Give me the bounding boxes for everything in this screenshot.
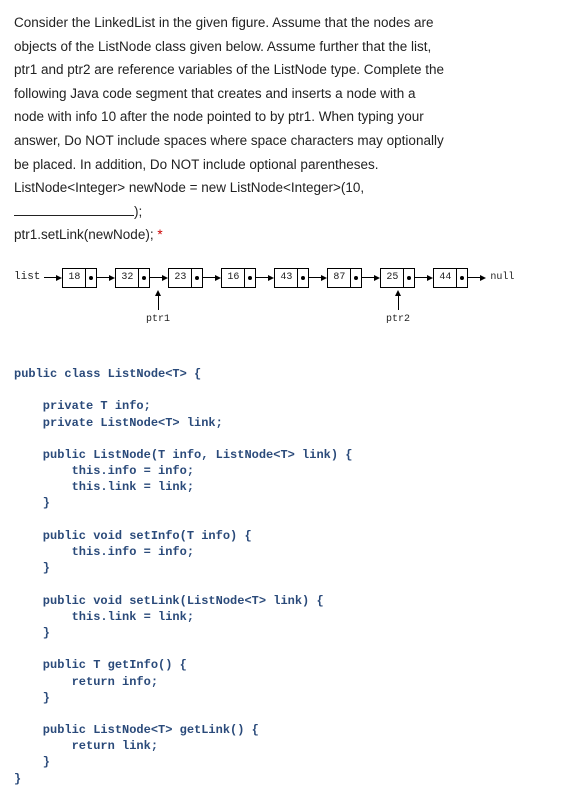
pointer-dot-icon: [139, 269, 149, 287]
pointer-dot-icon: [245, 269, 255, 287]
ptr2-pointer: ptr2: [386, 290, 410, 328]
pointer-dot-icon: [192, 269, 202, 287]
arrow-icon: [203, 275, 221, 281]
arrow-icon: [309, 275, 327, 281]
question-line: objects of the ListNode class given belo…: [14, 36, 564, 58]
blank-line: );: [14, 201, 564, 223]
question-line: node with info 10 after the node pointed…: [14, 106, 564, 128]
list-node: 87: [327, 268, 362, 288]
question-line: Consider the LinkedList in the given fig…: [14, 12, 564, 34]
ptr1-pointer: ptr1: [146, 290, 170, 328]
arrow-icon: [415, 275, 433, 281]
list-node: 32: [115, 268, 150, 288]
ptr1-label: ptr1: [146, 312, 170, 328]
question-last-line: ptr1.setLink(newNode); *: [14, 224, 564, 246]
arrow-icon: [150, 275, 168, 281]
pointer-dot-icon: [457, 269, 467, 287]
list-node: 16: [221, 268, 256, 288]
question-line: following Java code segment that creates…: [14, 83, 564, 105]
null-label: null: [490, 270, 514, 286]
diagram-row: list 18 32 23 16 43 87 25 44 null: [14, 268, 514, 288]
question-text: Consider the LinkedList in the given fig…: [14, 12, 564, 246]
question-line: answer, Do NOT include spaces where spac…: [14, 130, 564, 152]
listnode-class-code: public class ListNode<T> { private T inf…: [14, 366, 564, 787]
blank-suffix: );: [134, 204, 142, 219]
arrow-icon: [468, 275, 486, 281]
question-line: ListNode<Integer> newNode = new ListNode…: [14, 177, 564, 199]
list-node: 23: [168, 268, 203, 288]
arrow-icon: [97, 275, 115, 281]
arrow-icon: [362, 275, 380, 281]
pointer-dot-icon: [351, 269, 361, 287]
linked-list-diagram: list 18 32 23 16 43 87 25 44 null ptr1 p…: [14, 268, 564, 348]
list-node: 44: [433, 268, 468, 288]
pointer-dot-icon: [86, 269, 96, 287]
arrow-icon: [44, 275, 62, 281]
ptr2-label: ptr2: [386, 312, 410, 328]
arrow-icon: [256, 275, 274, 281]
list-node: 25: [380, 268, 415, 288]
question-line: be placed. In addition, Do NOT include o…: [14, 154, 564, 176]
pointer-dot-icon: [404, 269, 414, 287]
pointer-dot-icon: [298, 269, 308, 287]
list-node: 43: [274, 268, 309, 288]
required-asterisk: *: [157, 227, 162, 242]
list-label: list: [14, 269, 40, 287]
question-line: ptr1 and ptr2 are reference variables of…: [14, 59, 564, 81]
answer-blank[interactable]: [14, 215, 134, 216]
list-node: 18: [62, 268, 97, 288]
